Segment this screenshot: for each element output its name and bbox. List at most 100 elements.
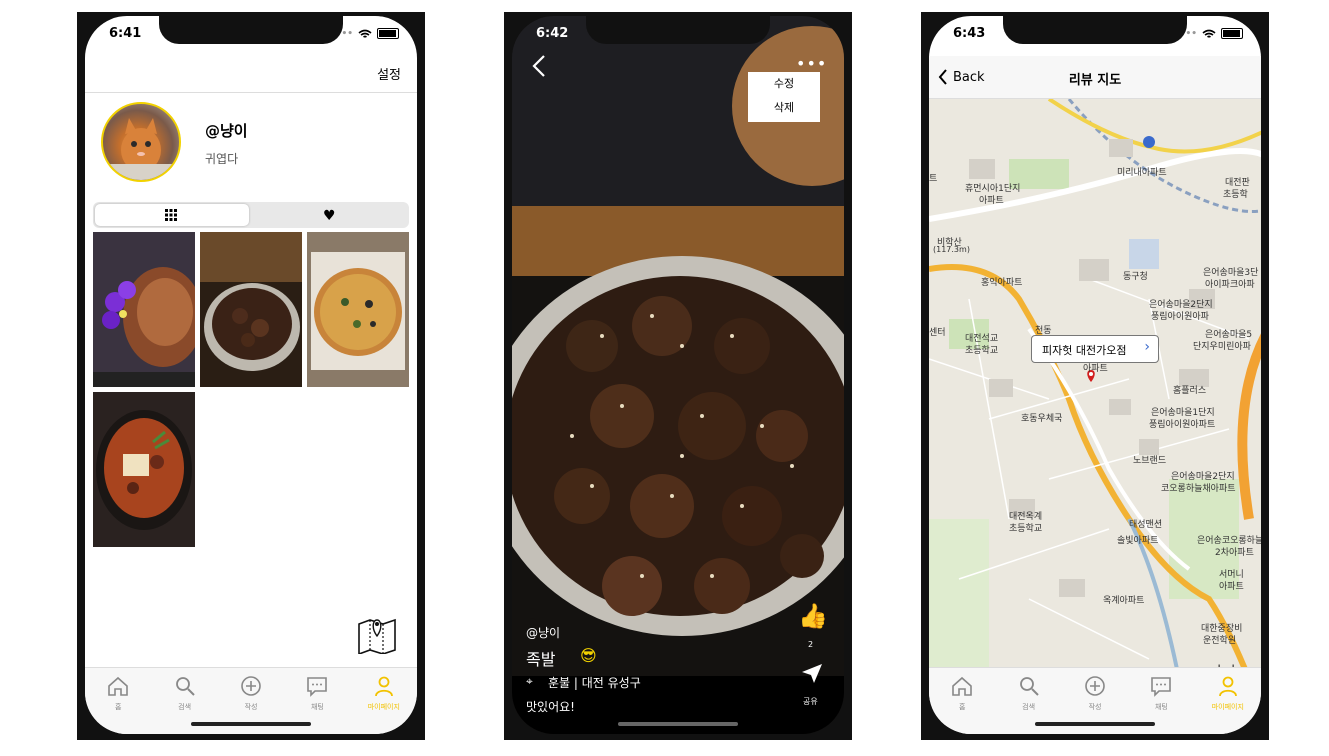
location-icon: ⌖ — [526, 674, 533, 688]
person-icon — [374, 676, 393, 697]
map-label: (117.3m) — [933, 245, 970, 254]
grid-icon[interactable] — [165, 209, 177, 221]
bio: 귀엽다 — [205, 152, 239, 166]
thumbs-up-icon[interactable]: 👍 — [798, 602, 828, 630]
post-thumbnail[interactable] — [93, 232, 203, 387]
phone-map: 6:43 •••• Back 리뷰 지도 미리내아파트 휴먼시아1단지 아파트 … — [921, 12, 1269, 740]
heart-icon[interactable]: ♥ — [323, 208, 336, 224]
pizza-photo — [307, 232, 409, 387]
person-icon — [1218, 676, 1237, 697]
place-name: 피자헛 대전가오점 — [1042, 344, 1127, 357]
map-label: 동구청 — [1123, 272, 1148, 282]
tab-home[interactable]: 홈 — [85, 668, 151, 734]
wifi-icon — [358, 29, 372, 38]
place-callout[interactable]: 피자헛 대전가오점 › — [1031, 335, 1159, 363]
like-count: 2 — [808, 640, 814, 649]
username: @냥이 — [205, 122, 248, 140]
map-label: 아이파크아파 — [1205, 280, 1255, 290]
map-label: 아파트 — [979, 196, 1004, 206]
send-icon[interactable] — [800, 662, 824, 684]
map-label: 옥계아파트 — [1103, 596, 1145, 606]
map-label: 단지우미린아파 — [1193, 342, 1251, 352]
map-label: 풍림아이원아파트 — [1149, 420, 1216, 430]
tab-mypage[interactable]: 마이페이지 — [351, 668, 417, 734]
tab-label: 채팅 — [1154, 703, 1168, 711]
map-label: 초등학 — [1223, 190, 1248, 200]
map-label: 트 — [929, 174, 938, 184]
chat-icon — [1151, 677, 1172, 697]
search-icon — [175, 677, 195, 696]
status-time: 6:43 — [953, 26, 986, 41]
food-photo — [512, 16, 844, 734]
home-icon — [952, 676, 973, 696]
map-label: 센터 — [929, 328, 946, 338]
tab-label: 홈 — [958, 703, 966, 711]
post-menu: 수정 삭제 — [748, 72, 820, 122]
tab-label: 마이페이지 — [1211, 703, 1244, 711]
share-label: 공유 — [803, 697, 818, 706]
page-title: 리뷰 지도 — [1068, 73, 1122, 88]
tab-label: 작성 — [244, 703, 258, 711]
post-thumbnail[interactable] — [200, 232, 302, 387]
post-location[interactable]: 훈불 | 대전 유성구 — [548, 674, 641, 691]
tab-label: 홈 — [114, 703, 122, 711]
map-label: 초등학교 — [965, 346, 999, 356]
map-label: 홍익아파트 — [981, 278, 1023, 288]
plus-circle-icon — [241, 676, 261, 696]
status-time: 6:42 — [536, 26, 569, 41]
battery-icon — [1221, 28, 1243, 39]
battery-icon — [377, 28, 399, 39]
home-indicator — [191, 722, 311, 726]
profile-tabs: ♥ — [93, 202, 409, 228]
map-label: 2차아파트 — [1215, 548, 1254, 558]
profile-header: 설정 — [85, 56, 417, 93]
stew-photo — [93, 392, 195, 547]
map-label: 솔빛아파트 — [1117, 536, 1159, 546]
map-label: 홈플러스 — [1173, 386, 1207, 396]
post-author[interactable]: @냥이 — [526, 624, 560, 641]
sunglasses-emoji-icon: 😎 — [580, 646, 597, 665]
jokbal-photo — [512, 16, 844, 734]
nav-bar: Back 리뷰 지도 — [929, 56, 1261, 99]
map-label: 노브랜드 — [1133, 456, 1167, 466]
tab-label: 작성 — [1088, 703, 1102, 711]
tab-mypage[interactable]: 마이페이지 — [1195, 668, 1261, 734]
post-caption: 맛있어요! — [526, 700, 575, 714]
grilled-meat-photo — [200, 232, 302, 387]
post-thumbnail[interactable] — [93, 392, 195, 547]
tab-label: 채팅 — [310, 703, 324, 711]
map-label: 코오롱하늘채아파트 — [1161, 484, 1236, 494]
map-label: 풍림아이원아파 — [1151, 312, 1209, 322]
wifi-icon — [1202, 29, 1216, 38]
map-label: 미리내아파트 — [1117, 168, 1167, 178]
tab-label: 검색 — [178, 703, 192, 711]
avatar[interactable] — [101, 102, 181, 182]
notch — [586, 16, 770, 44]
back-icon[interactable] — [530, 52, 550, 80]
more-icon[interactable]: ••• — [796, 54, 827, 73]
map-label: 호동우체국 — [1021, 414, 1063, 424]
phone-profile: 6:41 •••• 설정 @냥이 귀엽다 ♥ 홈 검색 작성 채팅 마이페이지 — [77, 12, 425, 740]
delete-menu-item[interactable]: 삭제 — [748, 96, 820, 120]
map-label: 운전학원 — [1203, 636, 1237, 646]
cat-photo — [103, 118, 179, 180]
map-icon[interactable] — [357, 616, 397, 654]
phone-post: 6:42 ••• 수정 삭제 @냥이 족발 😎 ⌖ 훈불 | 대전 유성구 맛있… — [504, 12, 852, 740]
map-label: 초등학교 — [1009, 524, 1043, 534]
home-indicator — [1035, 722, 1155, 726]
map-view[interactable]: 미리내아파트 휴먼시아1단지 아파트 비학산 (117.3m) 동구청 홍익아파… — [929, 99, 1261, 679]
post-thumbnail[interactable] — [307, 232, 409, 387]
post-title: 족발 — [526, 650, 556, 669]
map-screen: 6:43 •••• Back 리뷰 지도 미리내아파트 휴먼시아1단지 아파트 … — [929, 16, 1261, 734]
tab-home[interactable]: 홈 — [929, 668, 995, 734]
tab-label: 검색 — [1022, 703, 1036, 711]
notch — [159, 16, 343, 44]
map-label: 아파트 — [1219, 582, 1244, 592]
post-screen: 6:42 ••• 수정 삭제 @냥이 족발 😎 ⌖ 훈불 | 대전 유성구 맛있… — [512, 16, 844, 734]
edit-menu-item[interactable]: 수정 — [748, 72, 820, 96]
home-icon — [108, 676, 129, 696]
plus-circle-icon — [1085, 676, 1105, 696]
search-icon — [1019, 677, 1039, 696]
settings-button[interactable]: 설정 — [377, 64, 401, 83]
home-indicator — [618, 722, 738, 726]
